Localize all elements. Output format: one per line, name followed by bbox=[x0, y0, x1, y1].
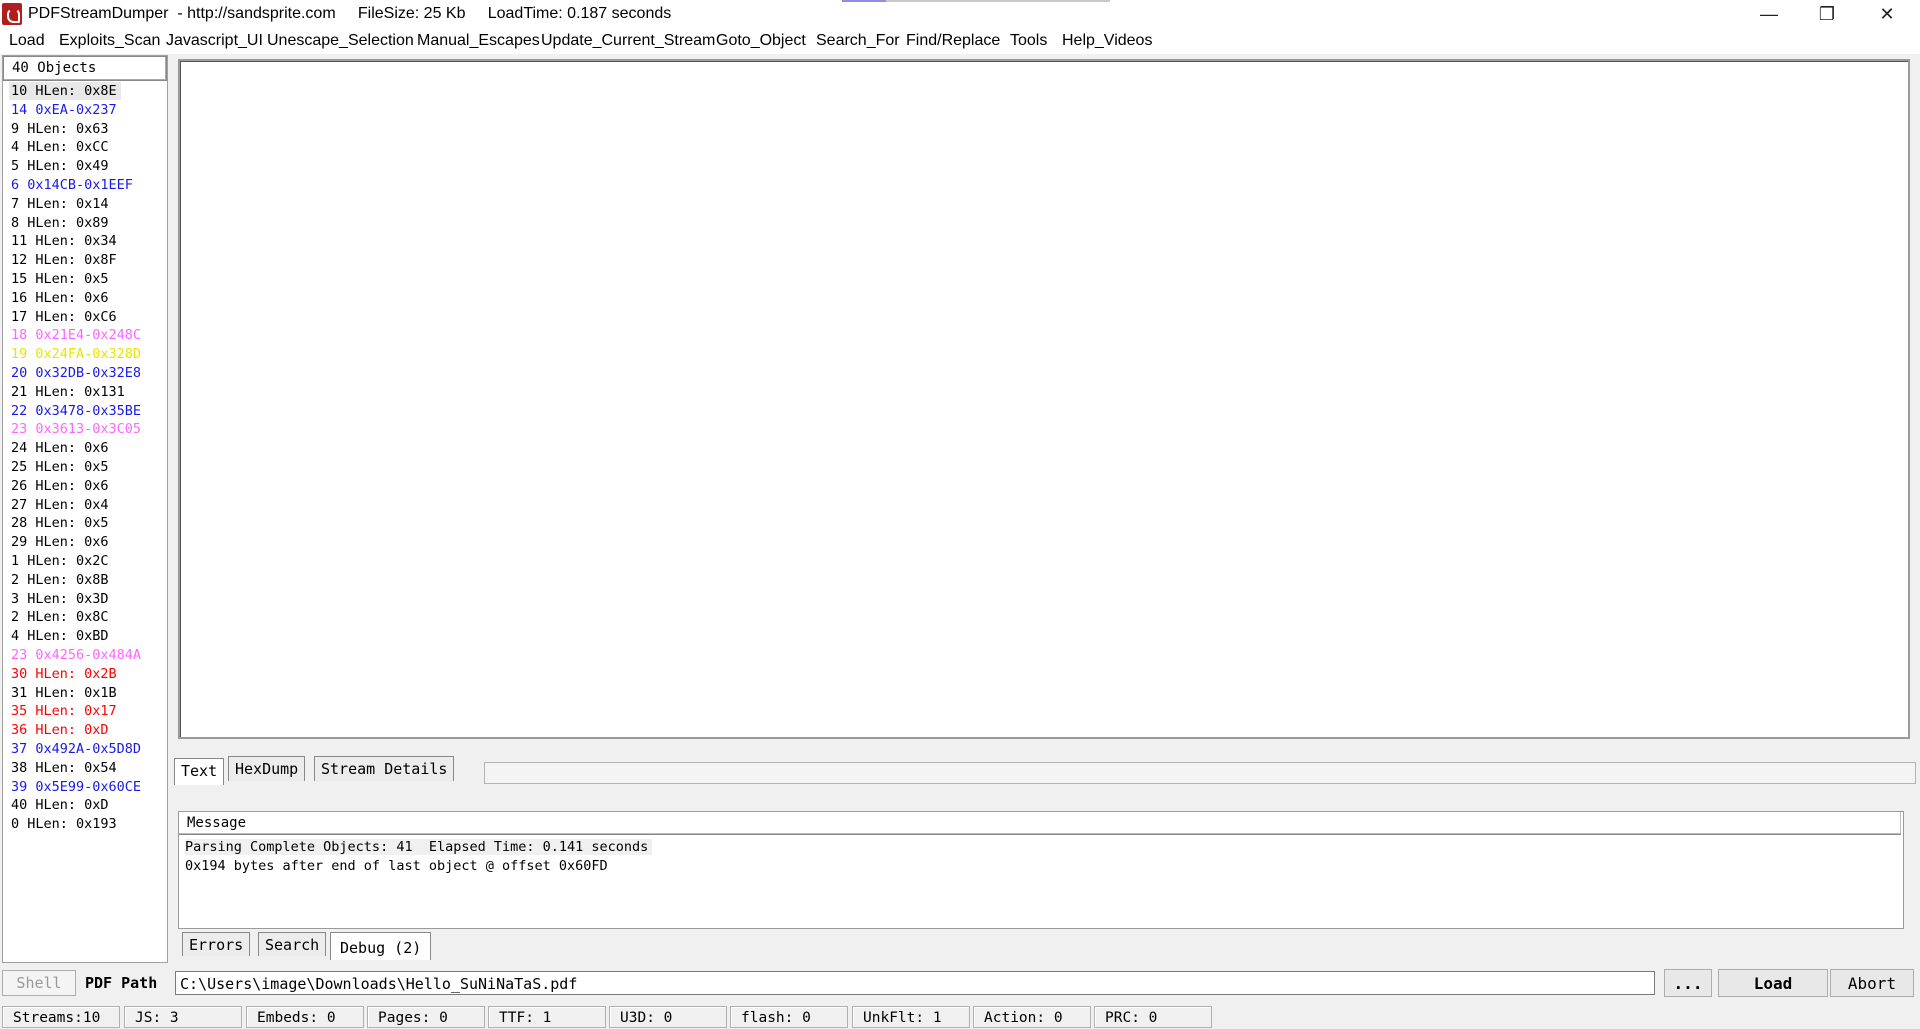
pdf-path-label: PDF Path bbox=[85, 974, 158, 992]
object-list-item[interactable]: 27 HLen: 0x4 bbox=[11, 496, 109, 514]
title-bar: PDFStreamDumper - http://sandsprite.com … bbox=[0, 0, 1920, 28]
object-list-item[interactable]: 5 HLen: 0x49 bbox=[11, 157, 109, 175]
object-list-item[interactable]: 4 HLen: 0xBD bbox=[11, 627, 109, 645]
object-list-item[interactable]: 40 HLen: 0xD bbox=[11, 796, 109, 814]
object-list-item[interactable]: 23 0x3613-0x3C05 bbox=[11, 420, 141, 438]
object-list-item[interactable]: 16 HLen: 0x6 bbox=[11, 289, 109, 307]
object-list-item[interactable]: 36 HLen: 0xD bbox=[11, 721, 109, 739]
object-list-item[interactable]: 39 0x5E99-0x60CE bbox=[11, 778, 141, 796]
tab-text[interactable]: Text bbox=[174, 758, 225, 785]
minimize-icon: — bbox=[1760, 3, 1778, 24]
tab-stream-details[interactable]: Stream Details bbox=[314, 756, 455, 781]
load-button[interactable]: Load bbox=[1718, 969, 1828, 997]
menu-search-for[interactable]: Search_For bbox=[816, 32, 900, 50]
object-list-item[interactable]: 0 HLen: 0x193 bbox=[11, 815, 117, 833]
object-list-item[interactable]: 10 HLen: 0x8E bbox=[9, 82, 121, 100]
object-list-header[interactable]: 40 Objects bbox=[3, 56, 167, 81]
object-list-item[interactable]: 31 HLen: 0x1B bbox=[11, 684, 117, 702]
object-list-item[interactable]: 30 HLen: 0x2B bbox=[11, 665, 117, 683]
status-flash: flash: 0 bbox=[730, 1006, 848, 1028]
object-list-item[interactable]: 2 HLen: 0x8B bbox=[11, 571, 109, 589]
browse-button[interactable]: ... bbox=[1664, 969, 1712, 997]
object-list-item[interactable]: 38 HLen: 0x54 bbox=[11, 759, 117, 777]
object-list-item[interactable]: 11 HLen: 0x34 bbox=[11, 232, 117, 250]
object-list-item[interactable]: 37 0x492A-0x5D8D bbox=[11, 740, 141, 758]
status-ttf: TTF: 1 bbox=[488, 1006, 606, 1028]
object-list-item[interactable]: 23 0x4256-0x484A bbox=[11, 646, 141, 664]
message-pane[interactable]: Message Parsing Complete Objects: 41 Ela… bbox=[178, 811, 1904, 929]
restore-icon: ❐ bbox=[1818, 3, 1836, 24]
title-accent-line bbox=[842, 0, 1110, 2]
menu-find-replace[interactable]: Find/Replace bbox=[906, 32, 1000, 50]
object-list[interactable]: 40 Objects 10 HLen: 0x8E 14 0xEA-0x237 9 H… bbox=[2, 55, 168, 963]
object-list-item[interactable]: 14 0xEA-0x237 bbox=[11, 101, 117, 119]
object-count: 40 Objects bbox=[12, 60, 97, 76]
status-action: Action: 0 bbox=[973, 1006, 1091, 1028]
menu-javascript-ui[interactable]: Javascript_UI bbox=[166, 32, 263, 50]
message-line: Parsing Complete Objects: 41 Elapsed Tim… bbox=[185, 839, 653, 855]
menu-manual-escapes[interactable]: Manual_Escapes bbox=[417, 32, 540, 50]
object-list-item[interactable]: 19 0x24FA-0x328D bbox=[11, 345, 141, 363]
menu-exploits-scan[interactable]: Exploits_Scan bbox=[59, 32, 160, 50]
object-list-item[interactable]: 6 0x14CB-0x1EEF bbox=[11, 176, 133, 194]
menu-goto-object[interactable]: Goto_Object bbox=[716, 32, 806, 50]
abort-button[interactable]: Abort bbox=[1830, 969, 1914, 997]
menu-bar: Load Exploits_Scan Javascript_UI Unescap… bbox=[0, 28, 1920, 54]
object-list-item[interactable]: 2 HLen: 0x8C bbox=[11, 608, 109, 626]
close-button[interactable]: ✕ bbox=[1858, 0, 1916, 28]
object-list-item[interactable]: 8 HLen: 0x89 bbox=[11, 214, 109, 232]
object-list-item[interactable]: 3 HLen: 0x3D bbox=[11, 590, 109, 608]
menu-unescape-selection[interactable]: Unescape_Selection bbox=[267, 32, 414, 50]
status-pages: Pages: 0 bbox=[367, 1006, 485, 1028]
object-list-item[interactable]: 4 HLen: 0xCC bbox=[11, 138, 109, 156]
object-list-item[interactable]: 1 HLen: 0x2C bbox=[11, 552, 109, 570]
status-js: JS: 3 bbox=[124, 1006, 242, 1028]
status-streams: Streams:10 bbox=[2, 1006, 120, 1028]
object-list-item[interactable]: 18 0x21E4-0x248C bbox=[11, 326, 141, 344]
menu-update-current-stream[interactable]: Update_Current_Stream bbox=[541, 32, 715, 50]
window-title: PDFStreamDumper - http://sandsprite.com … bbox=[28, 5, 672, 22]
message-header[interactable]: Message bbox=[179, 812, 1901, 835]
object-list-item[interactable]: 15 HLen: 0x5 bbox=[11, 270, 109, 288]
object-list-item[interactable]: 9 HLen: 0x63 bbox=[11, 120, 109, 138]
object-list-item[interactable]: 21 HLen: 0x131 bbox=[11, 383, 125, 401]
restore-button[interactable]: ❐ bbox=[1798, 0, 1856, 28]
minimize-button[interactable]: — bbox=[1740, 0, 1798, 28]
menu-tools[interactable]: Tools bbox=[1010, 32, 1047, 50]
object-list-item[interactable]: 22 0x3478-0x35BE bbox=[11, 402, 141, 420]
status-prc: PRC: 0 bbox=[1094, 1006, 1212, 1028]
message-line: 0x194 bytes after end of last object @ o… bbox=[185, 858, 608, 874]
tab-debug[interactable]: Debug (2) bbox=[330, 932, 432, 960]
object-list-item[interactable]: 17 HLen: 0xC6 bbox=[11, 308, 117, 326]
object-list-item[interactable]: 20 0x32DB-0x32E8 bbox=[11, 364, 141, 382]
tab-strip-filler bbox=[484, 762, 1916, 784]
pdf-app-icon bbox=[2, 3, 22, 25]
shell-button[interactable]: Shell bbox=[2, 970, 76, 996]
object-list-item[interactable]: 35 HLen: 0x17 bbox=[11, 702, 117, 720]
status-u3d: U3D: 0 bbox=[609, 1006, 727, 1028]
tab-errors[interactable]: Errors bbox=[182, 932, 251, 956]
menu-load[interactable]: Load bbox=[9, 32, 45, 50]
object-list-item[interactable]: 12 HLen: 0x8F bbox=[11, 251, 117, 269]
message-header-label: Message bbox=[187, 815, 247, 831]
object-list-item[interactable]: 25 HLen: 0x5 bbox=[11, 458, 109, 476]
tab-search[interactable]: Search bbox=[258, 932, 327, 956]
stream-text-area[interactable] bbox=[178, 59, 1910, 739]
status-embeds: Embeds: 0 bbox=[246, 1006, 364, 1028]
menu-help-videos[interactable]: Help_Videos bbox=[1062, 32, 1152, 50]
close-icon: ✕ bbox=[1879, 3, 1895, 24]
object-list-item[interactable]: 7 HLen: 0x14 bbox=[11, 195, 109, 213]
object-list-item[interactable]: 29 HLen: 0x6 bbox=[11, 533, 109, 551]
status-unkflt: UnkFlt: 1 bbox=[852, 1006, 970, 1028]
object-list-item[interactable]: 28 HLen: 0x5 bbox=[11, 514, 109, 532]
object-list-item[interactable]: 24 HLen: 0x6 bbox=[11, 439, 109, 457]
tab-hexdump[interactable]: HexDump bbox=[228, 756, 306, 781]
pdf-path-input[interactable]: C:\Users\image\Downloads\Hello_SuNiNaTaS… bbox=[175, 971, 1655, 995]
object-list-item[interactable]: 26 HLen: 0x6 bbox=[11, 477, 109, 495]
